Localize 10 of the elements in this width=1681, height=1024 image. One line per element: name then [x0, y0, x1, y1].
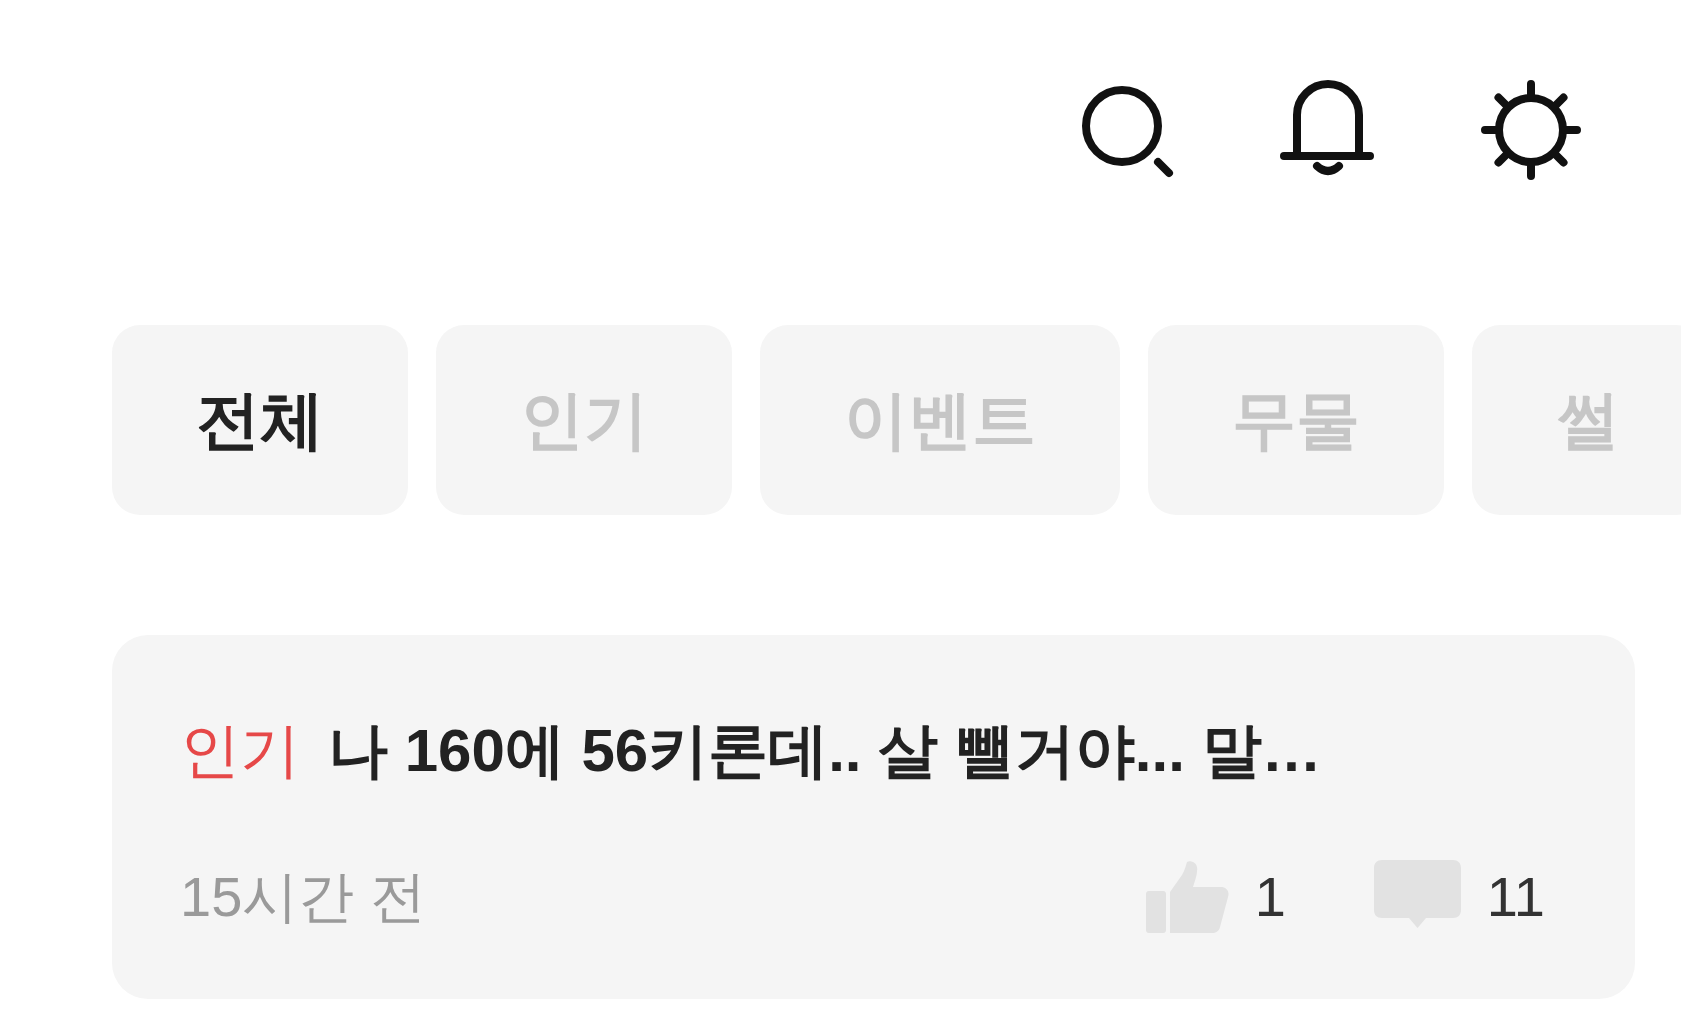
- like-count: 1: [1254, 869, 1286, 925]
- comment-count: 11: [1486, 869, 1545, 925]
- bell-icon[interactable]: [1280, 80, 1374, 178]
- post-title[interactable]: 나 160에 56키론데.. 살 뺄거야... 말…: [328, 713, 1322, 789]
- sun-icon[interactable]: [1480, 80, 1582, 181]
- popular-label: 인기: [180, 716, 300, 786]
- post-time: 15시간 전: [180, 864, 426, 930]
- category-tab[interactable]: 전체: [112, 325, 408, 515]
- search-icon[interactable]: [1081, 85, 1174, 178]
- post-card[interactable]: 인기 나 160에 56키론데.. 살 뺄거야... 말… 15시간 전 1 11: [112, 635, 1635, 999]
